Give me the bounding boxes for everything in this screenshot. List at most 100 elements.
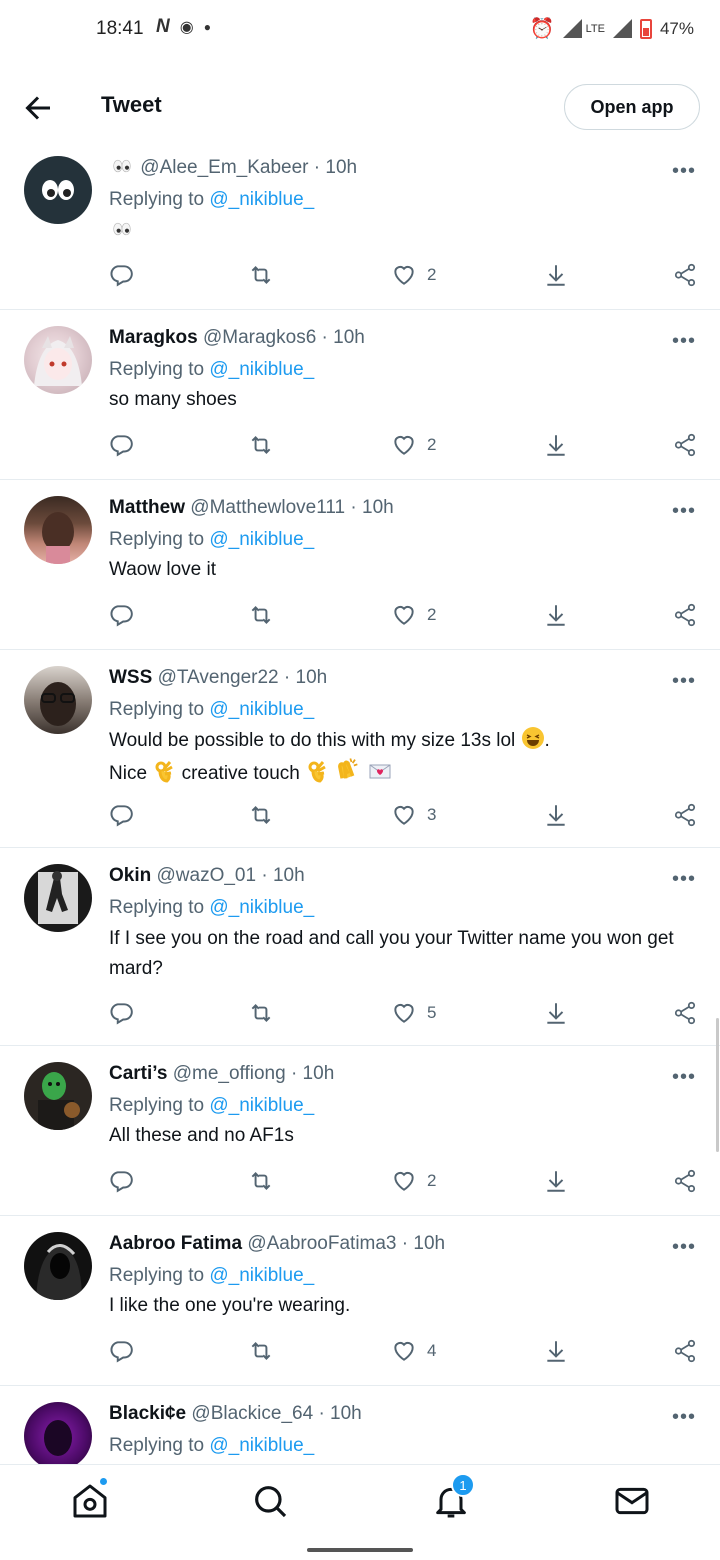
download-button[interactable] [543, 1338, 569, 1364]
reply-button[interactable] [108, 1168, 134, 1194]
retweet-button[interactable] [248, 602, 274, 628]
mention-link[interactable]: @_nikiblue_ [209, 897, 314, 918]
like-button[interactable]: 2 [391, 432, 436, 458]
mention-link[interactable]: @_nikiblue_ [209, 189, 314, 210]
download-button[interactable] [543, 1168, 569, 1194]
user-handle[interactable]: @me_offiong [173, 1063, 286, 1084]
user-handle[interactable]: @wazO_01 [157, 865, 257, 886]
retweet-button[interactable] [248, 1338, 274, 1364]
retweet-icon [251, 806, 271, 824]
avatar[interactable] [24, 864, 92, 932]
nav-home[interactable] [70, 1477, 110, 1521]
share-button[interactable] [672, 262, 698, 288]
reply-tweet[interactable]: Matthew @Matthewlove111 · 10h Replying t… [0, 480, 720, 650]
like-button[interactable]: 2 [391, 1168, 436, 1194]
nav-search[interactable] [250, 1481, 290, 1521]
user-handle[interactable]: @Matthewlove111 [190, 497, 345, 518]
like-button[interactable]: 5 [391, 1000, 436, 1026]
like-button[interactable]: 4 [391, 1338, 436, 1364]
reply-tweet[interactable]: Maragkos @Maragkos6 · 10h Replying to @_… [0, 310, 720, 480]
retweet-button[interactable] [248, 1168, 274, 1194]
avatar[interactable] [24, 1062, 92, 1130]
user-handle[interactable]: @Blackice_64 [191, 1403, 313, 1424]
reply-button[interactable] [108, 1338, 134, 1364]
eyes-emoji-icon [113, 159, 131, 173]
signal-icon-2 [612, 19, 632, 38]
user-name[interactable]: Blacki¢e [109, 1403, 186, 1424]
action-bar: 4 [108, 1338, 700, 1368]
user-handle[interactable]: @Maragkos6 [203, 327, 316, 348]
share-button[interactable] [672, 432, 698, 458]
like-button[interactable]: 2 [391, 602, 436, 628]
mention-link[interactable]: @_nikiblue_ [209, 699, 314, 720]
eyes-emoji-icon [113, 222, 131, 236]
mention-link[interactable]: @_nikiblue_ [209, 359, 314, 380]
reply-tweet[interactable]: WSS @TAvenger22 · 10h Replying to @_niki… [0, 650, 720, 848]
reply-tweet[interactable]: Aabroo Fatima @AabrooFatima3 · 10h Reply… [0, 1216, 720, 1386]
status-right-icons: ⏰ LTE 47% [530, 16, 694, 41]
more-options-button[interactable]: ••• [672, 868, 696, 891]
user-handle[interactable]: @Alee_Em_Kabeer [140, 157, 308, 178]
mention-link[interactable]: @_nikiblue_ [209, 1435, 314, 1456]
nav-messages[interactable] [612, 1481, 652, 1521]
retweet-button[interactable] [248, 262, 274, 288]
reply-text: If I see you on the road and call you yo… [109, 928, 674, 979]
user-handle[interactable]: @AabrooFatima3 [247, 1233, 396, 1254]
share-button[interactable] [672, 802, 698, 828]
share-button[interactable] [672, 1168, 698, 1194]
reply-tweet[interactable]: @Alee_Em_Kabeer · 10h Replying to @_niki… [0, 140, 720, 310]
share-button[interactable] [672, 1000, 698, 1026]
retweet-button[interactable] [248, 1000, 274, 1026]
avatar[interactable] [24, 496, 92, 564]
download-button[interactable] [543, 1000, 569, 1026]
avatar[interactable] [24, 1232, 92, 1300]
share-button[interactable] [672, 602, 698, 628]
like-button[interactable]: 2 [391, 262, 436, 288]
retweet-button[interactable] [248, 432, 274, 458]
retweet-button[interactable] [248, 802, 274, 828]
download-button[interactable] [543, 802, 569, 828]
home-indicator[interactable] [307, 1548, 413, 1552]
avatar[interactable] [24, 156, 92, 224]
replies-feed[interactable]: @Alee_Em_Kabeer · 10h Replying to @_niki… [0, 140, 720, 1464]
reply-tweet[interactable]: Carti’s @me_offiong · 10h Replying to @_… [0, 1046, 720, 1216]
reply-button[interactable] [108, 802, 134, 828]
user-name[interactable]: Maragkos [109, 327, 198, 348]
more-options-button[interactable]: ••• [672, 330, 696, 353]
reply-button[interactable] [108, 1000, 134, 1026]
reply-button[interactable] [108, 432, 134, 458]
user-name[interactable]: WSS [109, 667, 152, 688]
download-button[interactable] [543, 602, 569, 628]
more-options-button[interactable]: ••• [672, 160, 696, 183]
avatar[interactable] [24, 326, 92, 394]
scrollbar-thumb[interactable] [716, 1018, 719, 1152]
user-handle[interactable]: @TAvenger22 [158, 667, 279, 688]
more-options-button[interactable]: ••• [672, 1066, 696, 1089]
back-button[interactable] [20, 90, 56, 126]
nav-notifications[interactable]: 1 [431, 1473, 475, 1521]
user-name[interactable]: Aabroo Fatima [109, 1233, 242, 1254]
mention-link[interactable]: @_nikiblue_ [209, 1095, 314, 1116]
more-options-button[interactable]: ••• [672, 1236, 696, 1259]
open-app-button[interactable]: Open app [564, 84, 700, 130]
download-button[interactable] [543, 432, 569, 458]
more-options-button[interactable]: ••• [672, 670, 696, 693]
download-button[interactable] [543, 262, 569, 288]
reply-button[interactable] [108, 262, 134, 288]
share-button[interactable] [672, 1338, 698, 1364]
reply-button[interactable] [108, 602, 134, 628]
reply-tweet[interactable]: Okin @wazO_01 · 10h Replying to @_nikibl… [0, 848, 720, 1046]
more-options-button[interactable]: ••• [672, 1406, 696, 1429]
battery-percent: 47% [659, 18, 694, 38]
mention-link[interactable]: @_nikiblue_ [209, 529, 314, 550]
user-name[interactable]: Matthew [109, 497, 185, 518]
more-options-button[interactable]: ••• [672, 500, 696, 523]
avatar[interactable] [24, 1402, 92, 1464]
mention-link[interactable]: @_nikiblue_ [209, 1265, 314, 1286]
user-name[interactable]: Okin [109, 865, 151, 886]
reply-tweet[interactable]: Blacki¢e @Blackice_64 · 10h Replying to … [0, 1386, 720, 1464]
avatar[interactable] [24, 666, 92, 734]
like-count: 5 [427, 1003, 437, 1022]
like-button[interactable]: 3 [391, 802, 436, 828]
user-name[interactable]: Carti’s [109, 1063, 167, 1084]
